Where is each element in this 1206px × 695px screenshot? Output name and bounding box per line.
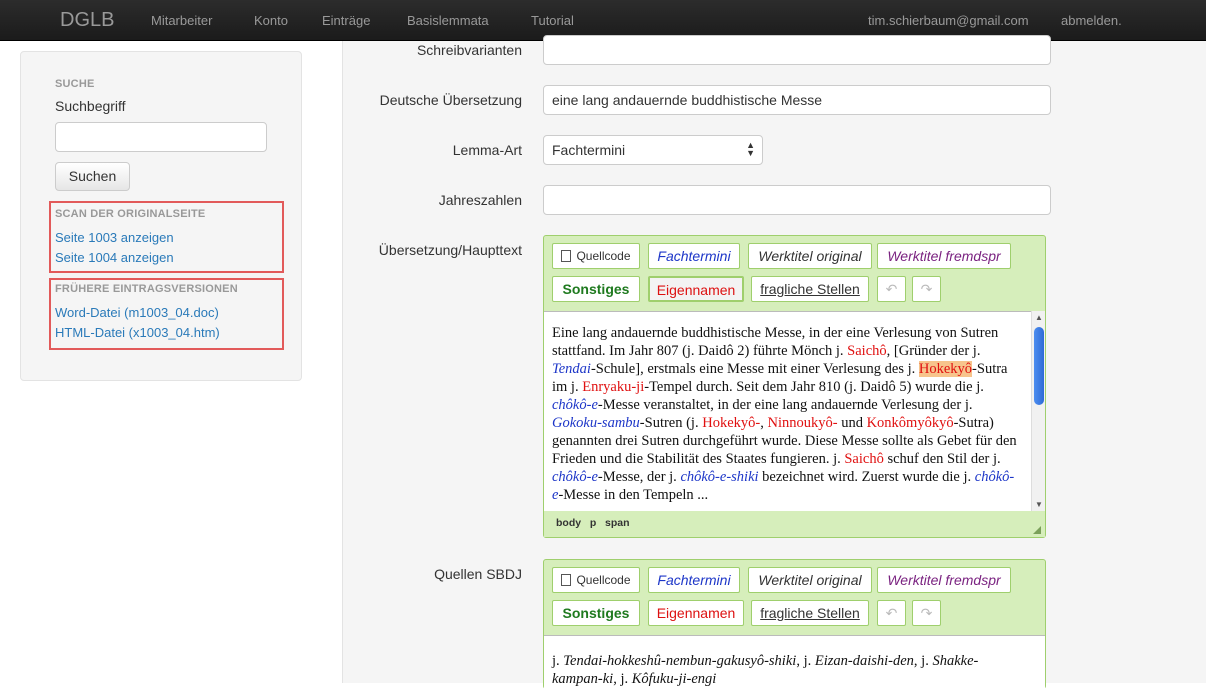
undo-arrow-icon[interactable]: ↶ bbox=[877, 600, 906, 626]
sonstiges-button[interactable]: Sonstiges bbox=[552, 276, 640, 302]
lemma-art-select[interactable]: Fachtermini ▲ ▼ bbox=[543, 135, 763, 165]
body-text: -Messe, der j. bbox=[597, 469, 681, 485]
eigenname-text: Enryaku-ji bbox=[582, 379, 645, 395]
jahreszahlen-field[interactable] bbox=[543, 185, 1051, 215]
fachterminus-text: chôkô-e bbox=[552, 397, 598, 413]
uebersetzung-field[interactable]: eine lang andauernde buddhistische Messe bbox=[543, 85, 1051, 115]
quellen-label: Quellen SBDJ bbox=[434, 566, 522, 582]
body-text: -Schule], erstmals eine Messe mit einer … bbox=[590, 361, 919, 377]
body-text: , j. bbox=[613, 671, 632, 687]
haupttext-editor: Quellcode Fachtermini Werktitel original… bbox=[543, 235, 1046, 538]
version-link-html[interactable]: HTML-Datei (x1003_04.htm) bbox=[55, 325, 220, 340]
werktitel-original-button[interactable]: Werktitel original bbox=[748, 243, 872, 269]
path-span[interactable]: span bbox=[605, 517, 630, 529]
nav-konto[interactable]: Konto bbox=[254, 13, 288, 28]
eigennamen-button[interactable]: Eigennamen bbox=[648, 600, 744, 626]
werktitel-original-button[interactable]: Werktitel original bbox=[748, 567, 872, 593]
select-arrows-icon: ▲ ▼ bbox=[746, 140, 755, 158]
quellen-content[interactable]: j. Tendai-hokkeshû-nembun-gakusyô-shiki,… bbox=[544, 635, 1045, 695]
body-text: schuf den Stil der j. bbox=[883, 451, 1001, 467]
haupttext-content[interactable]: Eine lang andauernde buddhistische Messe… bbox=[544, 311, 1045, 511]
quellen-toolbar: Quellcode Fachtermini Werktitel original… bbox=[544, 560, 1045, 635]
werktitel-fremdspr-button[interactable]: Werktitel fremdspr bbox=[877, 567, 1011, 593]
scroll-down-icon[interactable]: ▼ bbox=[1035, 500, 1043, 509]
undo-arrow-icon[interactable]: ↶ bbox=[877, 276, 906, 302]
fachtermini-button[interactable]: Fachtermini bbox=[648, 243, 740, 269]
scan-heading: SCAN DER ORIGINALSEITE bbox=[55, 208, 206, 220]
haupttext-label: Übersetzung/Haupttext bbox=[378, 242, 522, 258]
version-link-word[interactable]: Word-Datei (m1003_04.doc) bbox=[55, 305, 219, 320]
body-text: -Messe veranstaltet, in der eine lang an… bbox=[597, 397, 973, 413]
body-text: , [Gründer der j. bbox=[886, 343, 981, 359]
eigenname-text: Saichô bbox=[847, 343, 887, 359]
lemma-art-label: Lemma-Art bbox=[452, 142, 522, 158]
haupttext-statusbar: body p span bbox=[544, 511, 1045, 537]
schreibvarianten-label: Schreibvarianten bbox=[416, 42, 522, 58]
selected-eigenname-text: Hokekyô bbox=[918, 361, 973, 377]
entry-form: Schreibvarianten Deutsche Übersetzung ei… bbox=[342, 35, 1206, 695]
eigenname-text: Saichô bbox=[844, 451, 884, 467]
eigenname-text: Konkômyôkyô bbox=[866, 415, 954, 431]
versions-heading: FRÜHERE EINTRAGSVERSIONEN bbox=[55, 283, 238, 295]
werktitel-fremdspr-button[interactable]: Werktitel fremdspr bbox=[877, 243, 1011, 269]
haupttext-toolbar: Quellcode Fachtermini Werktitel original… bbox=[544, 236, 1045, 311]
jahreszahlen-label: Jahreszahlen bbox=[438, 192, 522, 208]
path-body[interactable]: body bbox=[556, 517, 581, 529]
lemma-art-value: Fachtermini bbox=[552, 142, 626, 158]
source-doc-icon bbox=[561, 250, 572, 262]
search-button[interactable]: Suchen bbox=[55, 162, 130, 191]
search-label: Suchbegriff bbox=[55, 98, 126, 114]
eigenname-text: Hokekyô- bbox=[702, 415, 761, 431]
body-text: , j. bbox=[913, 653, 933, 669]
fachterminus-text: chôkô-e-shiki bbox=[680, 469, 759, 485]
nav-eintraege[interactable]: Einträge bbox=[322, 13, 370, 28]
nav-user-email[interactable]: tim.schierbaum@gmail.com bbox=[868, 13, 1029, 28]
quellcode-button[interactable]: Quellcode bbox=[552, 567, 640, 593]
scan-link-page-1003[interactable]: Seite 1003 anzeigen bbox=[55, 230, 174, 245]
quellen-editor: Quellcode Fachtermini Werktitel original… bbox=[543, 559, 1046, 695]
werktitel-text: Kôfuku-ji-engi bbox=[631, 671, 717, 687]
body-text: und bbox=[837, 415, 867, 431]
body-text: -Messe in den Tempeln ... bbox=[558, 487, 709, 503]
resize-handle-icon[interactable] bbox=[1033, 526, 1041, 534]
scroll-up-icon[interactable]: ▲ bbox=[1035, 313, 1043, 322]
source-doc-icon bbox=[561, 574, 572, 586]
fachterminus-text: chôkô-e bbox=[552, 469, 598, 485]
path-p[interactable]: p bbox=[590, 517, 596, 529]
nav-tutorial[interactable]: Tutorial bbox=[531, 13, 574, 28]
scan-link-page-1004[interactable]: Seite 1004 anzeigen bbox=[55, 250, 174, 265]
search-input[interactable] bbox=[55, 122, 267, 152]
werktitel-text: Eizan-daishi-den bbox=[814, 653, 914, 669]
nav-logout-link[interactable]: abmelden. bbox=[1061, 13, 1122, 28]
redo-arrow-icon[interactable]: ↷ bbox=[912, 276, 941, 302]
scrollbar-thumb[interactable] bbox=[1034, 327, 1044, 405]
redo-arrow-icon[interactable]: ↷ bbox=[912, 600, 941, 626]
fragliche-stellen-button[interactable]: fragliche Stellen bbox=[751, 600, 869, 626]
body-text: j. bbox=[552, 653, 564, 669]
quellcode-button[interactable]: Quellcode bbox=[552, 243, 640, 269]
body-text: , j. bbox=[796, 653, 815, 669]
fachtermini-button[interactable]: Fachtermini bbox=[648, 567, 740, 593]
eigennamen-button[interactable]: Eigennamen bbox=[648, 276, 744, 302]
body-text: bezeichnet wird. Zuerst wurde die j. bbox=[758, 469, 975, 485]
body-text: -Sutren (j. bbox=[639, 415, 703, 431]
fachterminus-text: Gokoku-sambu bbox=[552, 415, 640, 431]
brand-logo[interactable]: DGLB bbox=[60, 9, 114, 32]
nav-basislemmata[interactable]: Basislemmata bbox=[407, 13, 489, 28]
schreibvarianten-field[interactable] bbox=[543, 35, 1051, 65]
sidebar: SUCHE Suchbegriff Suchen SCAN DER ORIGIN… bbox=[20, 51, 302, 381]
nav-mitarbeiter[interactable]: Mitarbeiter bbox=[151, 13, 212, 28]
search-heading: SUCHE bbox=[55, 78, 95, 90]
eigenname-text: Ninnoukyô- bbox=[767, 415, 838, 431]
fragliche-stellen-button[interactable]: fragliche Stellen bbox=[751, 276, 869, 302]
fachterminus-text: Tendai bbox=[552, 361, 591, 377]
sonstiges-button[interactable]: Sonstiges bbox=[552, 600, 640, 626]
werktitel-text: Tendai-hokkeshû-nembun-gakusyô-shiki bbox=[563, 653, 797, 669]
body-text: -Tempel durch. Seit dem Jahr 810 (j. Dai… bbox=[644, 379, 984, 395]
haupttext-scrollbar[interactable]: ▲ ▼ bbox=[1031, 311, 1045, 511]
uebersetzung-label: Deutsche Übersetzung bbox=[379, 92, 522, 108]
